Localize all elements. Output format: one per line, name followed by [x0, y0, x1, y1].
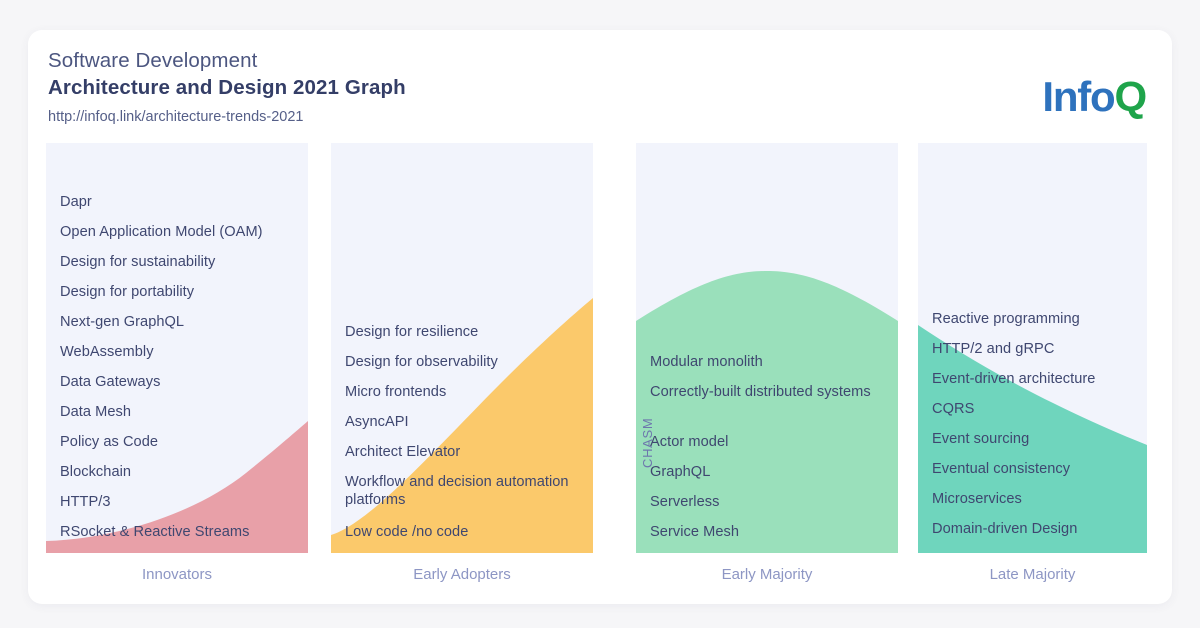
column-innovators: Dapr Open Application Model (OAM) Design…: [46, 143, 308, 553]
list-item[interactable]: Service Mesh: [650, 523, 890, 541]
axis-label-late-majority: Late Majority: [989, 566, 1076, 583]
infoq-logo: InfoQ: [1042, 73, 1148, 120]
list-item[interactable]: AsyncAPI: [345, 413, 585, 431]
list-item[interactable]: Eventual consistency: [932, 460, 1139, 478]
logo-text-primary: Info: [1042, 73, 1115, 120]
list-item[interactable]: Data Gateways: [60, 373, 300, 391]
list-item[interactable]: RSocket & Reactive Streams: [60, 523, 300, 541]
list-item[interactable]: Open Application Model (OAM): [60, 223, 300, 241]
list-item[interactable]: Design for observability: [345, 353, 585, 371]
list-item[interactable]: Event sourcing: [932, 430, 1139, 448]
list-item[interactable]: Serverless: [650, 493, 890, 511]
list-item[interactable]: GraphQL: [650, 463, 890, 481]
list-item[interactable]: Event-driven architecture: [932, 370, 1139, 388]
list-item[interactable]: Design for resilience: [345, 323, 585, 341]
axis-label-innovators: Innovators: [141, 566, 213, 583]
list-item[interactable]: CQRS: [932, 400, 1139, 418]
list-item[interactable]: WebAssembly: [60, 343, 300, 361]
list-item[interactable]: HTTP/3: [60, 493, 300, 511]
innovators-item-list: Dapr Open Application Model (OAM) Design…: [46, 143, 308, 553]
list-item[interactable]: Microservices: [932, 490, 1139, 508]
late-majority-item-list: Reactive programming HTTP/2 and gRPC Eve…: [918, 143, 1147, 553]
list-item[interactable]: Policy as Code: [60, 433, 300, 451]
list-item[interactable]: Dapr: [60, 193, 300, 211]
list-item[interactable]: Architect Elevator: [345, 443, 585, 461]
axis-label-early-adopters: Early Adopters: [413, 566, 511, 583]
column-early-adopters: Design for resilience Design for observa…: [331, 143, 593, 553]
graph-card: Software Development Architecture and De…: [28, 30, 1172, 604]
list-item[interactable]: Design for sustainability: [60, 253, 300, 271]
list-item[interactable]: Workflow and decision automation platfor…: [345, 473, 585, 509]
list-item[interactable]: Next-gen GraphQL: [60, 313, 300, 331]
page-title-line-1: Software Development: [48, 49, 258, 72]
chasm-label: CHASM: [640, 417, 655, 469]
card-header: Software Development Architecture and De…: [48, 48, 1152, 138]
list-item[interactable]: Actor model: [650, 433, 890, 451]
list-item[interactable]: Data Mesh: [60, 403, 300, 421]
list-item[interactable]: Modular monolith: [650, 353, 890, 371]
page-root: Software Development Architecture and De…: [0, 0, 1200, 628]
column-early-majority: Modular monolith Correctly-built distrib…: [636, 143, 898, 553]
list-item[interactable]: Reactive programming: [932, 310, 1139, 328]
list-item[interactable]: Domain-driven Design: [932, 520, 1139, 538]
axis-label-early-majority: Early Majority: [721, 566, 813, 583]
early-adopters-item-list: Design for resilience Design for observa…: [331, 143, 593, 553]
column-late-majority: Reactive programming HTTP/2 and gRPC Eve…: [918, 143, 1147, 553]
list-item[interactable]: HTTP/2 and gRPC: [932, 340, 1139, 358]
source-url[interactable]: http://infoq.link/architecture-trends-20…: [48, 106, 1152, 128]
list-item[interactable]: Correctly-built distributed systems: [650, 383, 890, 401]
logo-text-accent: Q: [1114, 73, 1148, 120]
page-title-line-2: Architecture and Design 2021 Graph: [48, 76, 406, 99]
axis-category-labels: Innovators Early Adopters Early Majority…: [46, 564, 1154, 594]
list-item[interactable]: Low code /no code: [345, 523, 585, 541]
early-majority-item-list: Modular monolith Correctly-built distrib…: [636, 143, 898, 553]
list-item[interactable]: Design for portability: [60, 283, 300, 301]
list-item[interactable]: Micro frontends: [345, 383, 585, 401]
adoption-columns: Dapr Open Application Model (OAM) Design…: [46, 143, 1154, 553]
list-item[interactable]: Blockchain: [60, 463, 300, 481]
